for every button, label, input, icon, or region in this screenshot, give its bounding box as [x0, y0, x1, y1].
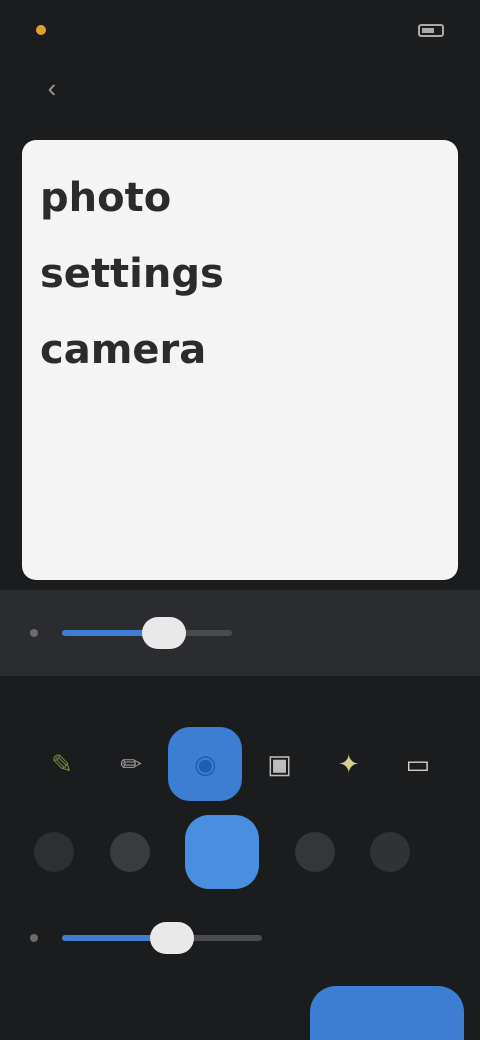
- tool-row: ✎ ✏ ◉ ▣ ✦ ▭: [0, 716, 480, 812]
- brush-size-slider[interactable]: [62, 617, 232, 649]
- marker-icon: ◉: [194, 748, 217, 779]
- color-swatch-dark-gray[interactable]: [294, 832, 335, 872]
- opacity-min-icon: [30, 934, 38, 942]
- color-swatch-blue[interactable]: [185, 815, 260, 889]
- brush-icon: ✦: [337, 748, 360, 779]
- canvas-text-line: photo: [40, 175, 172, 221]
- battery-icon: [418, 23, 444, 37]
- bottom-bar: [0, 986, 480, 1040]
- tool-marker[interactable]: ◉: [168, 727, 243, 801]
- tool-pencil[interactable]: ✏: [99, 732, 163, 796]
- eraser-icon: ▭: [405, 748, 431, 779]
- color-swatch-black[interactable]: [34, 832, 74, 872]
- color-swatch-charcoal[interactable]: [370, 832, 411, 872]
- notification-dot-icon: [36, 25, 46, 35]
- brush-size-thumb[interactable]: [142, 617, 186, 649]
- pencil-icon: ✏: [120, 748, 143, 779]
- status-left: [36, 25, 54, 35]
- canvas-text-line: camera: [40, 327, 207, 373]
- tool-highlighter[interactable]: ▣: [248, 732, 312, 796]
- tool-pen[interactable]: ✎: [30, 732, 94, 796]
- pen-icon: ✎: [51, 748, 73, 779]
- opacity-panel: [0, 908, 480, 968]
- canvas-text-line: settings: [40, 251, 224, 297]
- brush-size-panel: [0, 590, 480, 676]
- color-swatch-gray[interactable]: [109, 832, 150, 872]
- tool-brush[interactable]: ✦: [317, 732, 381, 796]
- done-button[interactable]: [310, 986, 464, 1040]
- arrow-left-icon: ‹: [47, 72, 57, 103]
- status-bar: [0, 0, 480, 60]
- size-min-icon: [30, 629, 38, 637]
- color-row: [0, 812, 480, 892]
- opacity-thumb[interactable]: [150, 922, 194, 954]
- status-right: [410, 23, 444, 37]
- drawing-canvas[interactable]: photo settings camera: [22, 140, 458, 580]
- opacity-slider[interactable]: [62, 922, 262, 954]
- back-button[interactable]: ‹: [30, 66, 74, 110]
- tool-eraser[interactable]: ▭: [386, 732, 450, 796]
- top-bar: ‹: [0, 60, 480, 116]
- highlighter-icon: ▣: [267, 748, 292, 779]
